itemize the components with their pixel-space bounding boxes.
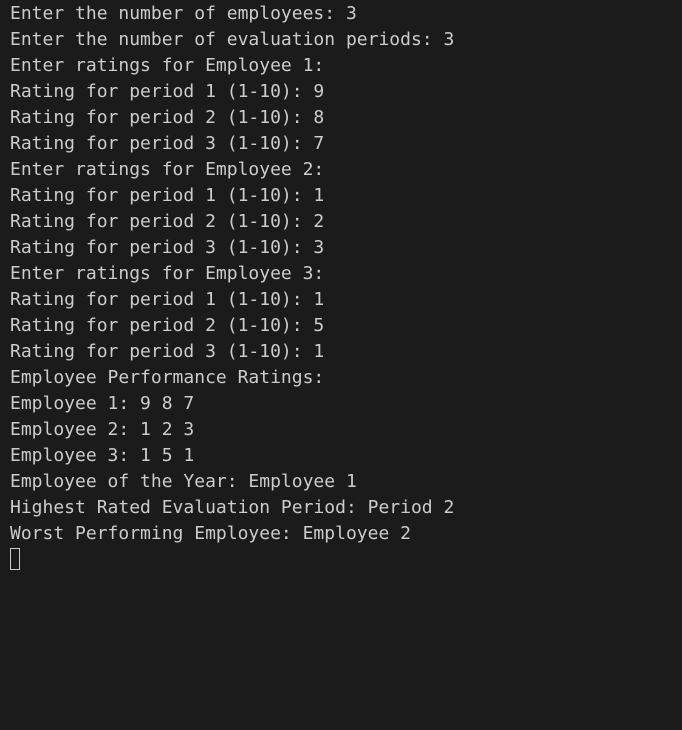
employee-3-rating-2: Rating for period 2 (1-10): 5 bbox=[10, 315, 325, 336]
text-cursor bbox=[10, 548, 20, 570]
summary-row-employee-2: Employee 2: 1 2 3 bbox=[10, 419, 195, 440]
employee-3-header: Enter ratings for Employee 3: bbox=[10, 263, 325, 284]
employee-2-rating-2: Rating for period 2 (1-10): 2 bbox=[10, 211, 325, 232]
employee-3-rating-3: Rating for period 3 (1-10): 1 bbox=[10, 341, 325, 362]
employee-1-header: Enter ratings for Employee 1: bbox=[10, 55, 325, 76]
result-worst-employee: Worst Performing Employee: Employee 2 bbox=[10, 523, 411, 544]
summary-header: Employee Performance Ratings: bbox=[10, 367, 325, 388]
input-line[interactable] bbox=[10, 547, 682, 573]
result-employee-of-year: Employee of the Year: Employee 1 bbox=[10, 471, 357, 492]
prompt-employee-count: Enter the number of employees: 3 bbox=[10, 3, 357, 24]
prompt-period-count: Enter the number of evaluation periods: … bbox=[10, 29, 455, 50]
employee-1-rating-2: Rating for period 2 (1-10): 8 bbox=[10, 107, 325, 128]
employee-1-rating-1: Rating for period 1 (1-10): 9 bbox=[10, 81, 325, 102]
employee-2-rating-1: Rating for period 1 (1-10): 1 bbox=[10, 185, 325, 206]
employee-1-rating-3: Rating for period 3 (1-10): 7 bbox=[10, 133, 325, 154]
summary-row-employee-3: Employee 3: 1 5 1 bbox=[10, 445, 195, 466]
terminal-window[interactable]: Enter the number of employees: 3 Enter t… bbox=[0, 0, 682, 730]
employee-2-header: Enter ratings for Employee 2: bbox=[10, 159, 325, 180]
employee-2-rating-3: Rating for period 3 (1-10): 3 bbox=[10, 237, 325, 258]
result-highest-period: Highest Rated Evaluation Period: Period … bbox=[10, 497, 455, 518]
summary-row-employee-1: Employee 1: 9 8 7 bbox=[10, 393, 195, 414]
employee-3-rating-1: Rating for period 1 (1-10): 1 bbox=[10, 289, 325, 310]
